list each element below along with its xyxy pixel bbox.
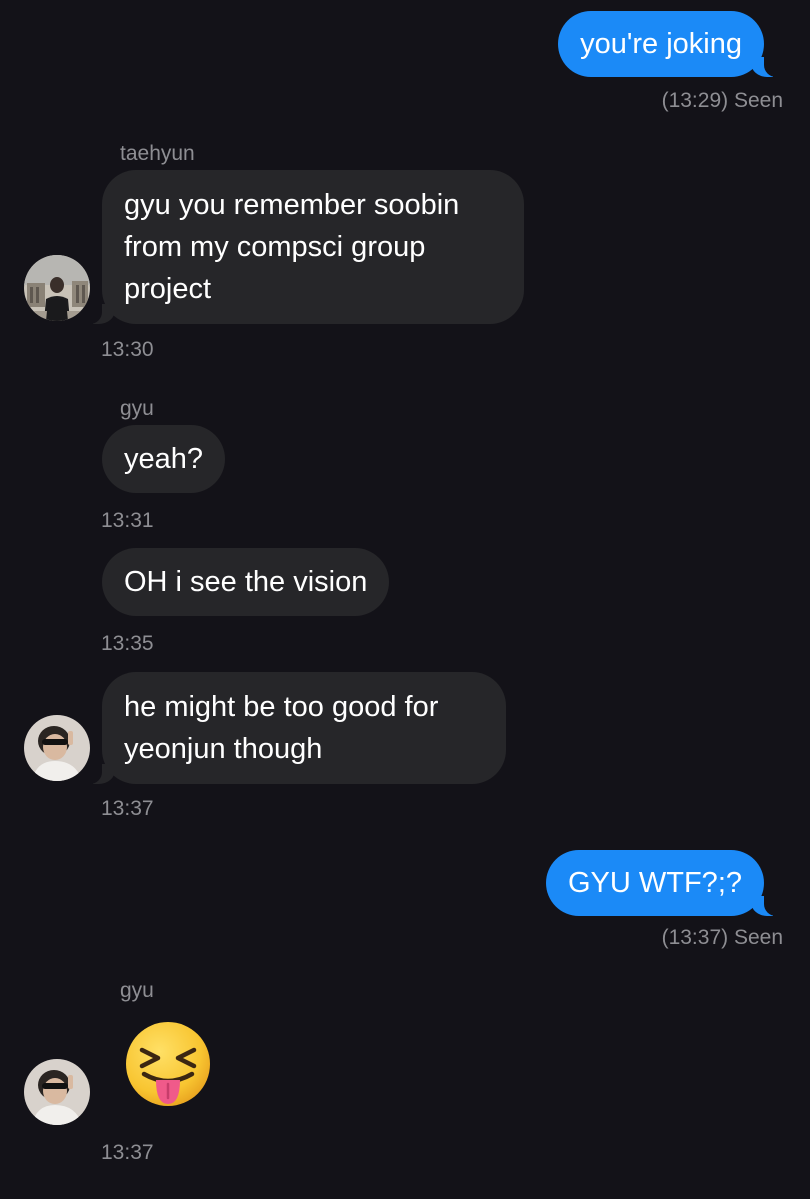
message-bubble-incoming[interactable]: gyu you remember soobin from my compsci … (80, 170, 524, 324)
chat-thread: you're joking (13:29) Seen taehyun gyu y… (0, 0, 810, 1199)
avatar-taehyun[interactable] (24, 255, 90, 321)
message-time: 13:37 (101, 797, 154, 820)
avatar-photo-icon (24, 715, 90, 781)
sender-name: taehyun (120, 142, 195, 165)
message-bubble-incoming[interactable]: OH i see the vision (102, 548, 390, 616)
message-text: OH i see the vision (124, 566, 368, 598)
message-time: 13:37 (101, 1141, 154, 1164)
message-status: (13:29) Seen (661, 89, 783, 112)
message-text: GYU WTF?;? (567, 867, 742, 899)
message-text: he might be too good for yeonjun though (124, 691, 439, 765)
message-status: (13:37) Seen (661, 926, 783, 949)
squinting-face-with-tongue-icon (126, 1022, 210, 1106)
message-text: gyu you remember soobin from my compsci … (124, 189, 460, 305)
message-time: 13:30 (101, 338, 154, 361)
avatar-gyu[interactable] (24, 1059, 90, 1125)
message-bubble-outgoing[interactable]: you're joking (558, 11, 786, 77)
avatar-photo-icon (24, 1059, 90, 1125)
sender-name: gyu (120, 979, 154, 1002)
message-bubble-incoming[interactable]: yeah? (102, 425, 226, 493)
message-bubble-outgoing[interactable]: GYU WTF?;? (545, 850, 787, 916)
message-bubble-incoming[interactable]: he might be too good for yeonjun though (80, 672, 506, 784)
sender-name: gyu (120, 397, 154, 420)
avatar-gyu[interactable] (24, 715, 90, 781)
message-time: 13:35 (101, 632, 154, 655)
message-text: yeah? (124, 443, 204, 475)
avatar-photo-icon (24, 255, 90, 321)
message-time: 13:31 (101, 509, 154, 532)
message-text: you're joking (580, 28, 742, 60)
emoji-message[interactable] (122, 1020, 214, 1117)
